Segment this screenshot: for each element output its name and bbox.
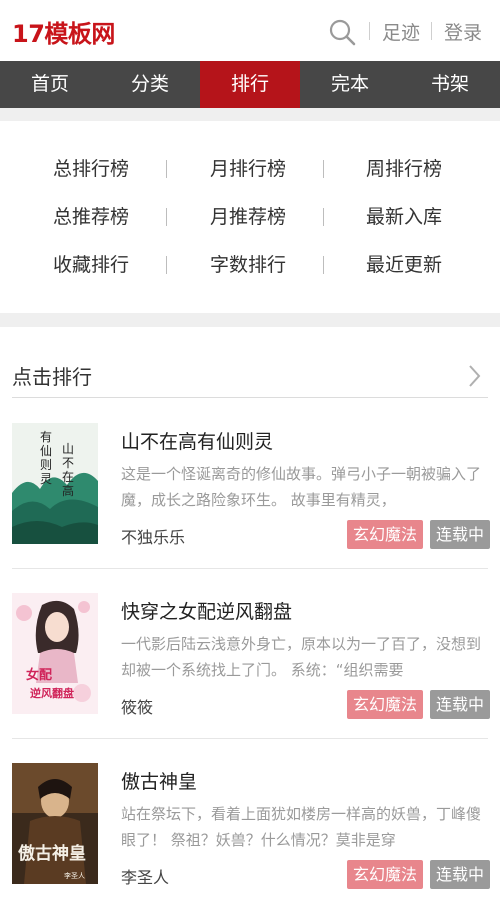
- divider: [166, 160, 167, 178]
- ranking-row: 收藏排行 字数排行 最近更新: [0, 241, 500, 289]
- rank-link-wordcount[interactable]: 字数排行: [168, 241, 328, 289]
- divider: [12, 397, 488, 398]
- book-author: 筱筱: [121, 698, 154, 717]
- status-badge: 连载中: [430, 690, 491, 719]
- svg-text:女配: 女配: [26, 667, 52, 683]
- rank-link-total-recommend[interactable]: 总推荐榜: [11, 193, 171, 241]
- genre-badge: 玄幻魔法: [347, 690, 424, 719]
- status-badge: 连载中: [430, 520, 491, 549]
- nav-finished[interactable]: 完本: [300, 61, 400, 108]
- status-badge: 连载中: [430, 860, 491, 889]
- section-title: 点击排行: [12, 365, 92, 389]
- ranking-links-grid: 总排行榜 月排行榜 周排行榜 总推荐榜 月推荐榜 最新入库 收藏排行 字数排行 …: [0, 121, 500, 313]
- book-cover[interactable]: 傲古神皇 李圣人: [12, 763, 98, 884]
- nav-home[interactable]: 首页: [0, 61, 100, 108]
- book-author: 李圣人: [121, 868, 170, 887]
- svg-text:山: 山: [62, 442, 74, 456]
- book-author: 不独乐乐: [121, 528, 186, 547]
- book-cover[interactable]: 女配 逆风翻盘: [12, 593, 98, 714]
- svg-text:有: 有: [40, 430, 52, 444]
- svg-text:高: 高: [62, 483, 74, 498]
- chevron-right-icon[interactable]: [464, 363, 484, 389]
- nav-category[interactable]: 分类: [100, 61, 200, 108]
- book-title[interactable]: 山不在高有仙则灵: [121, 427, 273, 454]
- login-link[interactable]: 登录: [444, 18, 482, 45]
- nav-ranking[interactable]: 排行: [200, 61, 300, 108]
- svg-text:在: 在: [62, 470, 74, 484]
- book-description: 站在祭坛下，看着上面犹如楼房一样高的妖兽，丁峰傻眼了！ 祭祖？妖兽？什么情况？莫…: [121, 805, 482, 849]
- rank-link-total[interactable]: 总排行榜: [11, 145, 171, 193]
- rank-link-recent-update[interactable]: 最近更新: [324, 241, 484, 289]
- svg-text:逆风翻盘: 逆风翻盘: [30, 686, 74, 700]
- genre-badge: 玄幻魔法: [347, 860, 424, 889]
- svg-text:灵: 灵: [40, 472, 52, 486]
- rank-link-monthly-recommend[interactable]: 月推荐榜: [168, 193, 328, 241]
- divider: [431, 22, 432, 40]
- svg-text:李圣人: 李圣人: [64, 871, 85, 880]
- ranking-row: 总排行榜 月排行榜 周排行榜: [0, 145, 500, 193]
- book-description: 一代影后陆云浅意外身亡，原本以为一了百了，没想到却被一个系统找上了门。 系统：“…: [121, 635, 482, 679]
- divider: [166, 256, 167, 274]
- divider: [12, 738, 488, 739]
- history-link[interactable]: 足迹: [382, 18, 420, 45]
- rank-link-monthly[interactable]: 月排行榜: [168, 145, 328, 193]
- book-title[interactable]: 快穿之女配逆风翻盘: [121, 597, 292, 624]
- click-ranking-section: 点击排行 有 仙 则 灵 山 不 在 高 山不在高有仙则灵 这是一个怪诞离奇的修…: [0, 327, 500, 919]
- svg-text:仙: 仙: [40, 444, 52, 458]
- rank-link-newest[interactable]: 最新入库: [324, 193, 484, 241]
- rank-link-weekly[interactable]: 周排行榜: [324, 145, 484, 193]
- spacer: [0, 108, 500, 121]
- svg-text:不: 不: [62, 456, 74, 470]
- svg-text:傲古神皇: 傲古神皇: [18, 843, 86, 864]
- top-bar: 17模板网 足迹 登录: [0, 0, 500, 61]
- main-nav: 首页 分类 排行 完本 书架: [0, 61, 500, 108]
- rank-link-favorites[interactable]: 收藏排行: [11, 241, 171, 289]
- ranking-row: 总推荐榜 月推荐榜 最新入库: [0, 193, 500, 241]
- divider: [369, 22, 370, 40]
- spacer: [0, 313, 500, 327]
- nav-bookshelf[interactable]: 书架: [400, 61, 500, 108]
- book-item[interactable]: 傲古神皇 李圣人 傲古神皇 站在祭坛下，看着上面犹如楼房一样高的妖兽，丁峰傻眼了…: [0, 763, 500, 919]
- svg-text:则: 则: [40, 458, 52, 472]
- book-description: 这是一个怪诞离奇的修仙故事。弹弓小子一朝被骗入了魔，成长之路险象环生。 故事里有…: [121, 465, 482, 509]
- divider: [166, 208, 167, 226]
- divider: [12, 568, 488, 569]
- book-title[interactable]: 傲古神皇: [121, 767, 197, 794]
- book-cover[interactable]: 有 仙 则 灵 山 不 在 高: [12, 423, 98, 544]
- site-logo[interactable]: 17模板网: [12, 14, 115, 49]
- genre-badge: 玄幻魔法: [347, 520, 424, 549]
- search-icon[interactable]: [327, 17, 357, 47]
